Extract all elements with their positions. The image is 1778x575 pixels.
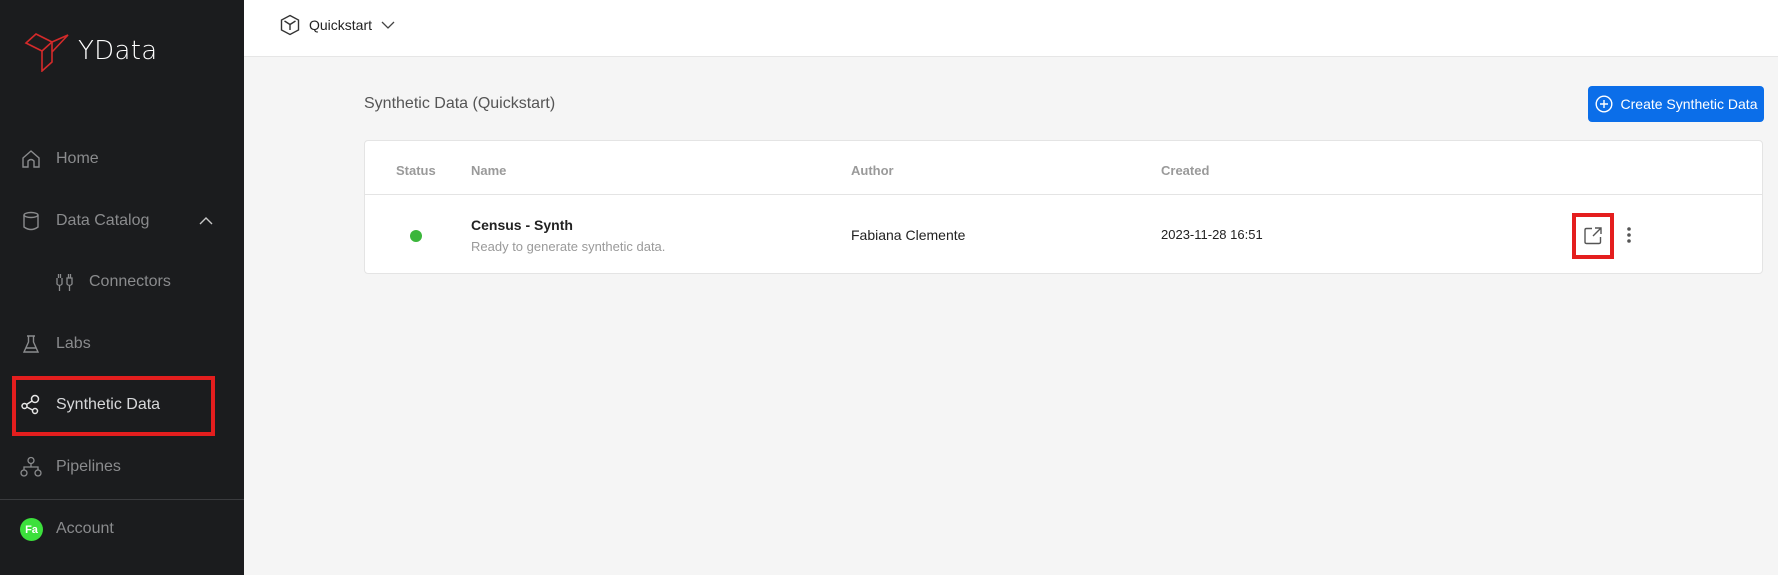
more-options-button[interactable] <box>1623 223 1635 247</box>
sidebar-item-label: Connectors <box>89 273 171 290</box>
sidebar-item-data-catalog[interactable]: Data Catalog <box>0 199 244 243</box>
sidebar-item-synthetic-data[interactable]: Synthetic Data <box>0 383 244 427</box>
create-button-label: Create Synthetic Data <box>1620 96 1758 112</box>
logo-text: YData <box>78 36 158 66</box>
create-synthetic-data-button[interactable]: Create Synthetic Data <box>1588 86 1764 122</box>
ydata-logo-icon <box>24 33 69 72</box>
more-vertical-icon <box>1627 227 1631 243</box>
pipeline-icon <box>20 456 42 477</box>
sidebar-item-label: Synthetic Data <box>56 396 161 413</box>
column-header-name[interactable]: Name <box>471 163 506 178</box>
project-name: Quickstart <box>309 17 373 33</box>
sidebar-item-label: Home <box>56 150 99 167</box>
sidebar-item-label: Labs <box>56 335 91 352</box>
home-icon <box>22 150 40 168</box>
avatar: Fa <box>20 518 43 541</box>
table-row[interactable]: Census - Synth Ready to generate synthet… <box>365 196 1762 274</box>
open-button[interactable] <box>1572 213 1614 259</box>
row-description: Ready to generate synthetic data. <box>471 239 666 254</box>
column-header-status[interactable]: Status <box>396 163 436 178</box>
external-link-icon <box>1584 227 1602 245</box>
sidebar-item-connectors[interactable]: Connectors <box>0 260 244 304</box>
sidebar-item-account[interactable]: Fa Account <box>0 507 244 551</box>
database-icon <box>23 211 39 231</box>
page-title: Synthetic Data (Quickstart) <box>364 95 556 112</box>
sidebar-item-pipelines[interactable]: Pipelines <box>0 445 244 489</box>
row-name[interactable]: Census - Synth <box>471 217 573 233</box>
project-selector[interactable]: Quickstart <box>280 14 395 36</box>
sidebar: YData Home Data Catalog Connectors Labs … <box>0 0 244 575</box>
chevron-up-icon[interactable] <box>198 213 214 229</box>
sidebar-divider <box>0 499 244 500</box>
chevron-down-icon <box>381 21 395 29</box>
sidebar-item-label: Data Catalog <box>56 212 150 229</box>
sidebar-item-label: Account <box>56 520 114 537</box>
status-indicator <box>410 230 422 242</box>
sidebar-item-label: Pipelines <box>56 458 121 475</box>
sidebar-item-labs[interactable]: Labs <box>0 322 244 366</box>
cube-icon <box>280 14 300 36</box>
logo[interactable]: YData <box>24 30 157 72</box>
column-header-created[interactable]: Created <box>1161 163 1209 178</box>
plug-icon <box>56 274 73 291</box>
sidebar-item-home[interactable]: Home <box>0 137 244 181</box>
column-header-author[interactable]: Author <box>851 163 894 178</box>
flask-icon <box>22 335 40 353</box>
table-header: Status Name Author Created <box>365 141 1762 195</box>
row-author: Fabiana Clemente <box>851 227 966 243</box>
share-nodes-icon <box>21 394 40 415</box>
synthetic-data-table: Status Name Author Created Census - Synt… <box>364 140 1763 274</box>
top-header: Quickstart <box>244 0 1778 57</box>
plus-circle-icon <box>1595 95 1613 113</box>
row-created: 2023-11-28 16:51 <box>1161 227 1263 242</box>
